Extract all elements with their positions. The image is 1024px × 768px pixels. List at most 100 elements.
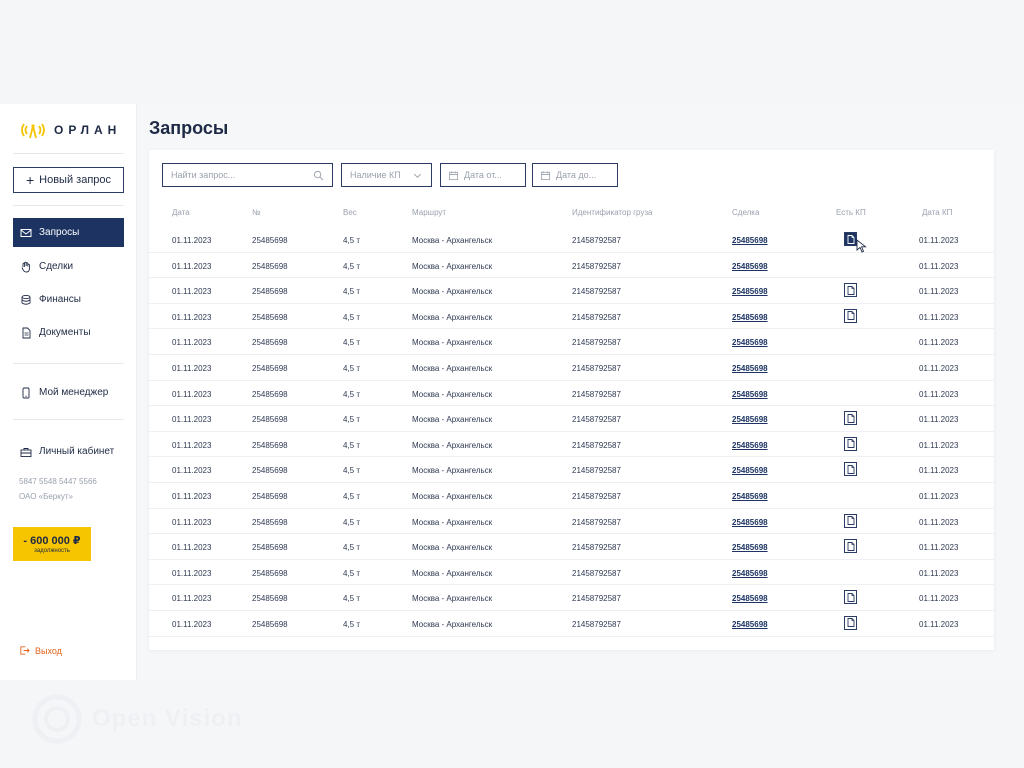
cell-route: Москва - Архангельск: [412, 568, 493, 578]
kp-file-icon[interactable]: [844, 283, 857, 298]
deal-link[interactable]: 25485698: [732, 313, 768, 322]
table-row[interactable]: 01.11.2023 25485698 4,5 т Москва - Архангел…: [149, 278, 994, 304]
kp-file-icon[interactable]: [844, 436, 857, 451]
deal-link[interactable]: 25485698: [732, 236, 768, 245]
main-content: Запросы Наличие КП Дата № Вес: [137, 104, 1024, 680]
column-header[interactable]: Сделка: [732, 208, 759, 217]
search-input[interactable]: [171, 170, 313, 180]
sidebar-item-label: Финансы: [39, 294, 81, 305]
column-header[interactable]: Дата: [172, 208, 190, 217]
debt-amount: - 600 000 ₽: [23, 535, 81, 547]
cell-cargo-id: 21458792587: [572, 338, 621, 348]
logout-button[interactable]: Выход: [19, 645, 62, 656]
column-header[interactable]: Дата КП: [922, 208, 952, 217]
logout-label: Выход: [35, 645, 62, 656]
table-row[interactable]: 01.11.2023 25485698 4,5 т Москва - Архангел…: [149, 560, 994, 586]
cell-date: 01.11.2023: [172, 236, 212, 245]
cell-date: 01.11.2023: [172, 261, 212, 271]
table-row[interactable]: 01.11.2023 25485698 4,5 т Москва - Архангел…: [149, 381, 994, 407]
deal-link[interactable]: 25485698: [732, 338, 768, 347]
table-row[interactable]: 01.11.2023 25485698 4,5 т Москва - Архангел…: [149, 457, 994, 483]
table-row[interactable]: 01.11.2023 25485698 4,5 т Москва - Архангел…: [149, 483, 994, 509]
cell-weight: 4,5 т: [343, 619, 361, 629]
sidebar: ОРЛАН + Новый запрос Запросы Сделки Фина…: [0, 104, 137, 680]
table-row[interactable]: 01.11.2023 25485698 4,5 т Москва - Архангел…: [149, 509, 994, 535]
new-request-button[interactable]: + Новый запрос: [13, 167, 124, 193]
date-to-input[interactable]: [556, 170, 610, 180]
file-svg: [847, 413, 854, 423]
kp-select[interactable]: Наличие КП: [341, 163, 432, 187]
sidebar-divider: [13, 205, 124, 206]
table-row[interactable]: 01.11.2023 25485698 4,5 т Москва - Архангел…: [149, 406, 994, 432]
cell-num: 25485698: [252, 338, 288, 348]
table-row[interactable]: 01.11.2023 25485698 4,5 т Москва - Архангел…: [149, 355, 994, 381]
table-row[interactable]: 01.11.2023 25485698 4,5 т Москва - Архангел…: [149, 585, 994, 611]
column-header[interactable]: Есть КП: [836, 208, 866, 217]
sidebar-item-label: Мой менеджер: [39, 387, 109, 398]
cell-num: 25485698: [252, 440, 288, 450]
column-header[interactable]: Вес: [343, 208, 357, 217]
cell-cargo-id: 21458792587: [572, 236, 621, 245]
deal-link[interactable]: 25485698: [732, 364, 768, 373]
debt-badge[interactable]: - 600 000 ₽ задолжность: [13, 527, 91, 561]
kp-file-icon[interactable]: [844, 411, 857, 426]
deal-link[interactable]: 25485698: [732, 492, 768, 501]
cell-kp-date: 01.11.2023: [919, 517, 959, 527]
calendar-icon: [448, 170, 459, 180]
date-from-field[interactable]: [440, 163, 526, 187]
cell-weight: 4,5 т: [343, 389, 361, 399]
sidebar-item-documents[interactable]: Документы: [13, 318, 124, 347]
deal-link[interactable]: 25485698: [732, 287, 768, 296]
kp-file-icon[interactable]: [844, 513, 857, 528]
cell-num: 25485698: [252, 517, 288, 527]
cell-cargo-id: 21458792587: [572, 389, 621, 399]
column-header[interactable]: №: [252, 208, 261, 217]
table-row[interactable]: 01.11.2023 25485698 4,5 т Москва - Архангел…: [149, 227, 994, 253]
table-row[interactable]: 01.11.2023 25485698 4,5 т Москва - Архангел…: [149, 432, 994, 458]
kp-file-icon[interactable]: [844, 539, 857, 554]
cell-route: Москва - Архангельск: [412, 440, 493, 450]
cell-num: 25485698: [252, 261, 288, 271]
table-row[interactable]: 01.11.2023 25485698 4,5 т Москва - Архангел…: [149, 611, 994, 637]
deal-link[interactable]: 25485698: [732, 466, 768, 475]
cell-kp-date: 01.11.2023: [919, 415, 959, 425]
table-row[interactable]: 01.11.2023 25485698 4,5 т Москва - Архангел…: [149, 304, 994, 330]
sidebar-item-requests[interactable]: Запросы: [13, 218, 124, 247]
column-header[interactable]: Маршрут: [412, 208, 446, 217]
account-number: 5847 5548 5447 5566: [19, 477, 97, 486]
kp-file-icon[interactable]: [844, 590, 857, 605]
calendar-icon: [540, 170, 551, 180]
table-row[interactable]: 01.11.2023 25485698 4,5 т Москва - Архангел…: [149, 534, 994, 560]
date-from-input[interactable]: [464, 170, 518, 180]
kp-file-icon[interactable]: [844, 308, 857, 323]
cell-num: 25485698: [252, 568, 288, 578]
deal-link[interactable]: 25485698: [732, 262, 768, 271]
cell-cargo-id: 21458792587: [572, 363, 621, 373]
cell-weight: 4,5 т: [343, 312, 361, 322]
deal-link[interactable]: 25485698: [732, 620, 768, 629]
cell-num: 25485698: [252, 466, 288, 476]
sidebar-item-account[interactable]: Личный кабинет: [13, 437, 124, 466]
deal-link[interactable]: 25485698: [732, 543, 768, 552]
deal-link[interactable]: 25485698: [732, 415, 768, 424]
table-row[interactable]: 01.11.2023 25485698 4,5 т Москва - Архангел…: [149, 329, 994, 355]
sidebar-item-finance[interactable]: Финансы: [13, 285, 124, 314]
kp-file-icon[interactable]: [844, 462, 857, 477]
column-header[interactable]: Идентификатор груза: [572, 208, 653, 217]
deal-link[interactable]: 25485698: [732, 441, 768, 450]
cell-num: 25485698: [252, 415, 288, 425]
deal-link[interactable]: 25485698: [732, 518, 768, 527]
date-to-field[interactable]: [532, 163, 618, 187]
search-field[interactable]: [162, 163, 333, 187]
deal-link[interactable]: 25485698: [732, 569, 768, 578]
deal-link[interactable]: 25485698: [732, 594, 768, 603]
brand-logo[interactable]: ОРЛАН: [20, 120, 121, 140]
sidebar-item-deals[interactable]: Сделки: [13, 252, 124, 281]
table-row[interactable]: 01.11.2023 25485698 4,5 т Москва - Архангел…: [149, 253, 994, 279]
sidebar-item-label: Запросы: [39, 227, 80, 238]
kp-file-icon[interactable]: [844, 615, 857, 630]
sidebar-item-manager[interactable]: Мой менеджер: [13, 378, 124, 407]
cell-kp-date: 01.11.2023: [919, 261, 959, 271]
deal-link[interactable]: 25485698: [732, 390, 768, 399]
cell-cargo-id: 21458792587: [572, 517, 621, 527]
